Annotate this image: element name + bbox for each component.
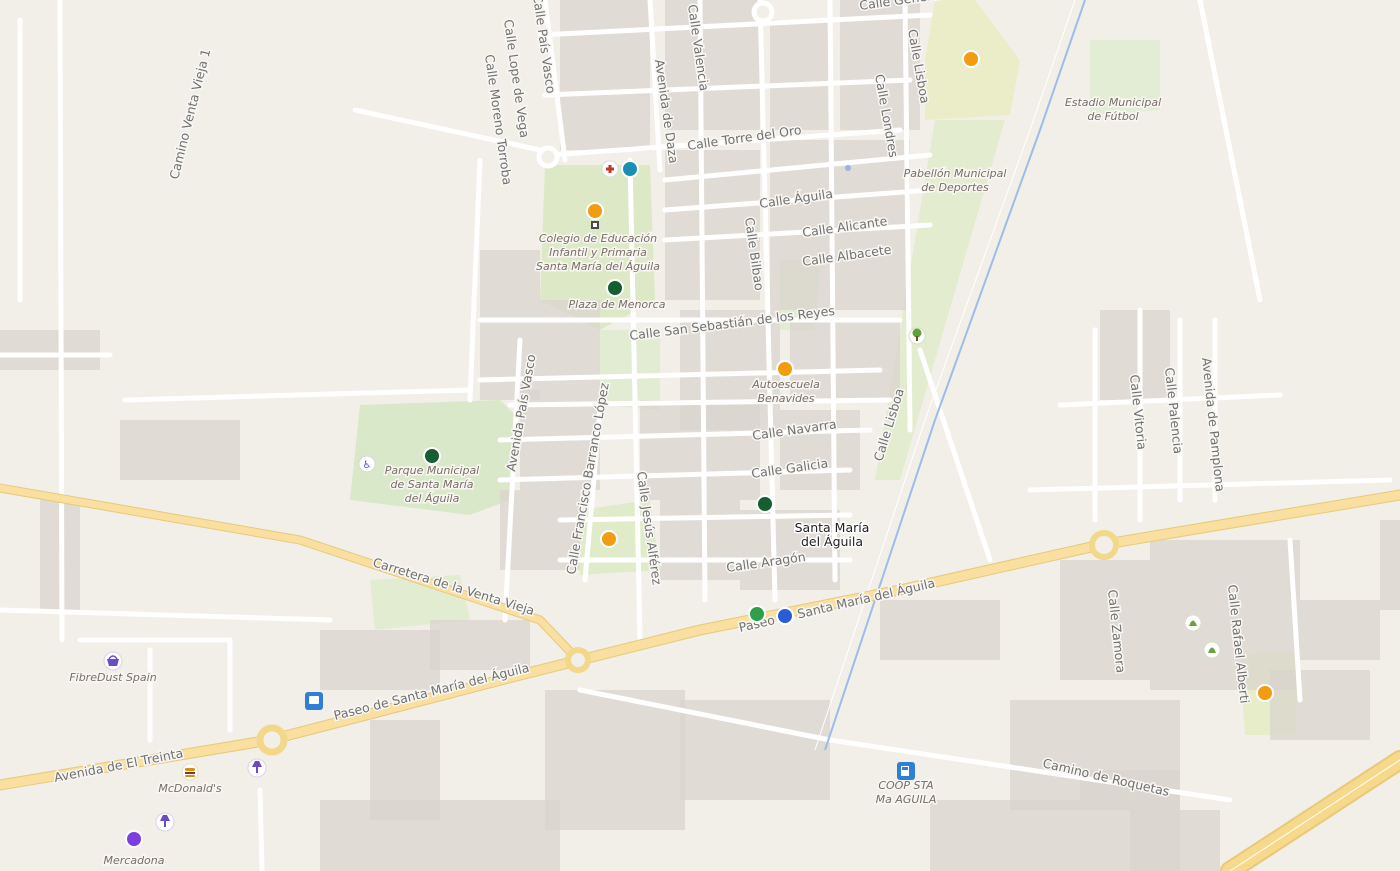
playground-icon[interactable]: ♿: [358, 455, 376, 473]
marker-orange-icon[interactable]: [586, 202, 604, 220]
marker-orange-icon[interactable]: [1256, 684, 1274, 702]
svg-text:♿: ♿: [363, 460, 372, 471]
marker-dark-green-icon[interactable]: [423, 447, 441, 465]
lamp-icon[interactable]: [155, 812, 175, 832]
garden-icon[interactable]: [1203, 641, 1221, 659]
plaza-label: Plaza de Menorca: [569, 298, 666, 311]
mcdonalds-label: McDonald's: [158, 782, 222, 795]
marker-green-icon[interactable]: [748, 605, 766, 623]
fuel-station-label: COOP STA Ma AGUILA: [876, 779, 937, 806]
hospital-cross-icon[interactable]: [601, 160, 619, 178]
fuel-station-icon[interactable]: [897, 762, 915, 780]
driving-school-label: Autoescuela Benavides: [751, 378, 820, 405]
fibredust-label: FibreDust Spain: [69, 671, 156, 684]
marker-orange-icon[interactable]: [600, 530, 618, 548]
lamp-icon[interactable]: [247, 758, 267, 778]
school-icon[interactable]: [591, 221, 599, 229]
marker-orange-icon[interactable]: [776, 360, 794, 378]
marker-orange-icon[interactable]: [962, 50, 980, 68]
shopping-basket-icon[interactable]: [103, 651, 123, 671]
tree-icon[interactable]: [908, 327, 926, 345]
marker-blue-icon[interactable]: [776, 607, 794, 625]
marker-dark-green-icon[interactable]: [606, 279, 624, 297]
marker-dot-icon: [845, 165, 851, 171]
garden-icon[interactable]: [1184, 614, 1202, 632]
bus-stop-icon[interactable]: [305, 692, 323, 710]
school-label: Colegio de Educación Infantil y Primaria S…: [536, 232, 660, 273]
marker-teal-icon[interactable]: [621, 160, 639, 178]
map-canvas[interactable]: Calle Generalife Calle Lisboa Calle País…: [0, 0, 1400, 871]
burger-icon[interactable]: [181, 763, 199, 781]
town-label: Santa María del Águila: [795, 520, 870, 549]
marker-dark-green-icon[interactable]: [756, 495, 774, 513]
mercadona-label: Mercadona: [104, 854, 165, 867]
marker-purple-icon[interactable]: [125, 830, 143, 848]
